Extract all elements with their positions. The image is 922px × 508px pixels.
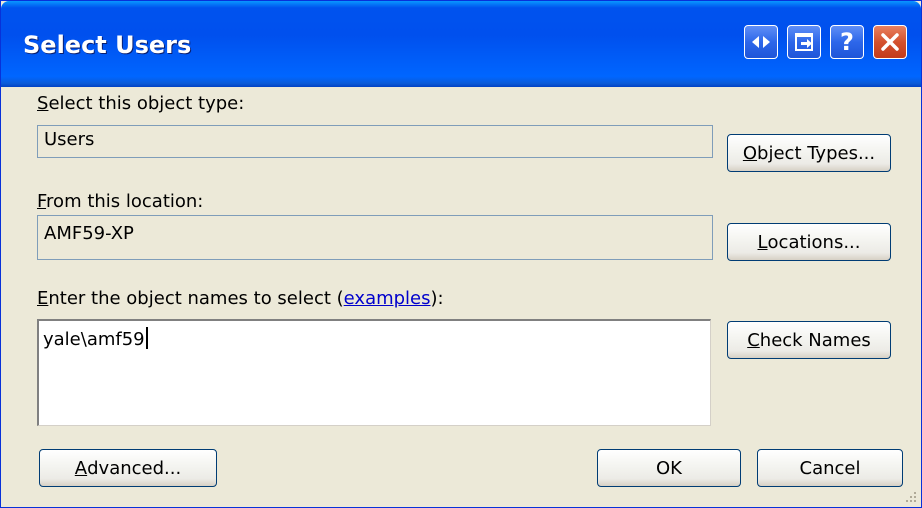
location-field: AMF59-XP (37, 215, 713, 260)
check-names-button[interactable]: Check Names (727, 321, 891, 359)
help-button[interactable]: ? (830, 25, 864, 59)
window-title: Select Users (23, 31, 192, 59)
resize-arrows-icon[interactable] (744, 25, 778, 59)
object-type-field: Users (37, 125, 713, 158)
resize-grip-icon[interactable] (903, 489, 917, 503)
text-caret (145, 327, 148, 349)
cancel-button[interactable]: Cancel (757, 449, 903, 487)
close-button[interactable] (873, 25, 907, 59)
object-names-label: Enter the object names to select (exampl… (37, 288, 444, 309)
title-bar[interactable]: Select Users ? (1, 1, 921, 87)
close-icon (881, 33, 899, 51)
object-names-text: yale\amf59 (43, 329, 145, 350)
locations-button[interactable]: Locations... (727, 223, 891, 261)
object-types-button[interactable]: Object Types... (727, 134, 891, 172)
object-names-input[interactable]: yale\amf59 (37, 319, 711, 426)
location-label: From this location: (37, 191, 204, 212)
object-type-label: Select this object type: (37, 93, 245, 114)
ok-button[interactable]: OK (597, 449, 741, 487)
select-users-dialog: Select Users ? Select this object type: (0, 0, 922, 508)
advanced-button[interactable]: Advanced... (39, 449, 217, 487)
window-arrow-icon[interactable] (787, 25, 821, 59)
help-icon: ? (840, 28, 854, 56)
examples-link[interactable]: examples (344, 288, 431, 309)
